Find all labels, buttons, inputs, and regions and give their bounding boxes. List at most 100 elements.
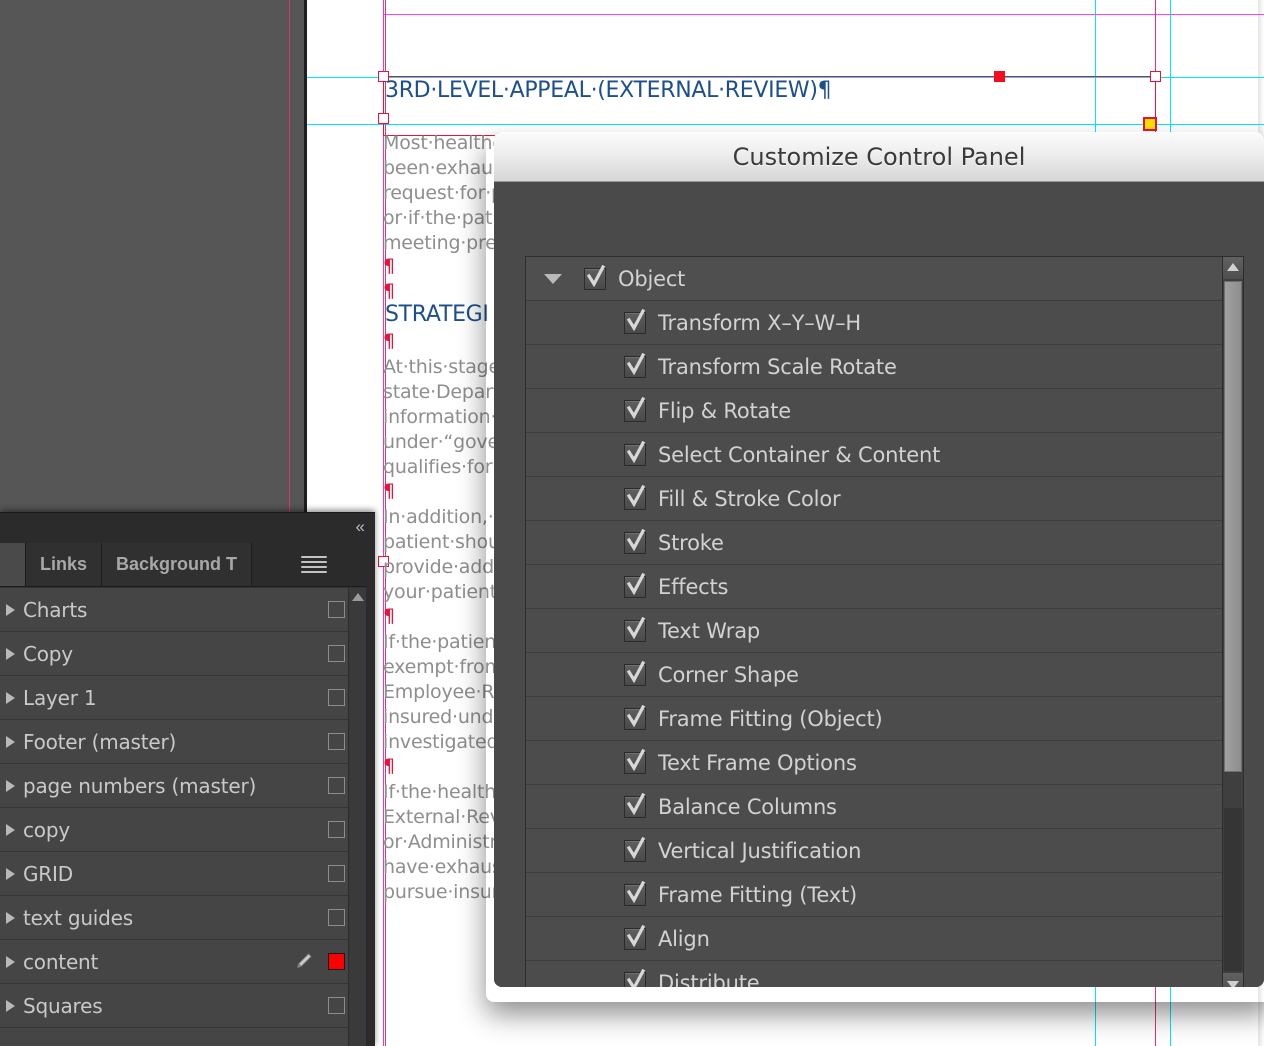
option-checkbox[interactable]	[624, 792, 646, 818]
option-label: Stroke	[658, 530, 724, 555]
option-row[interactable]: Frame Fitting (Object)	[526, 697, 1234, 741]
layer-selection-swatch[interactable]	[328, 909, 345, 926]
option-checkbox[interactable]	[624, 352, 646, 378]
corner-shape-handle[interactable]	[1143, 117, 1157, 131]
disclosure-triangle-icon[interactable]	[6, 999, 15, 1012]
option-checkbox[interactable]	[624, 924, 646, 950]
option-checkbox[interactable]	[624, 572, 646, 598]
option-checkbox[interactable]	[624, 484, 646, 510]
option-checkbox[interactable]	[624, 836, 646, 862]
layer-list[interactable]: Charts Copy Layer 1 Footer (master) page num…	[0, 588, 375, 1046]
layer-row-controls	[328, 689, 345, 706]
layer-row[interactable]: Copy	[0, 632, 375, 676]
option-row[interactable]: Balance Columns	[526, 785, 1234, 829]
option-row[interactable]: Vertical Justification	[526, 829, 1234, 873]
layer-row[interactable]: Squares	[0, 984, 375, 1028]
customize-control-panel-dialog[interactable]: Customize Control Panel Object Transform …	[494, 132, 1264, 987]
option-row[interactable]: Select Container & Content	[526, 433, 1234, 477]
disclosure-triangle-icon[interactable]	[6, 823, 15, 836]
disclosure-triangle-icon[interactable]	[6, 603, 15, 616]
checkmark-glyph	[626, 660, 646, 683]
layer-selection-swatch[interactable]	[328, 821, 345, 838]
layer-selection-swatch[interactable]	[328, 689, 345, 706]
option-label: Text Frame Options	[658, 750, 857, 775]
layer-row[interactable]: Charts	[0, 588, 375, 632]
control-panel-options-list[interactable]: Object Transform X–Y–W–H Transform Scale R…	[525, 256, 1235, 987]
option-checkbox[interactable]	[624, 748, 646, 774]
option-checkbox[interactable]	[584, 264, 606, 290]
panel-tab-bar[interactable]: Links Background T	[0, 543, 375, 587]
disclosure-triangle-icon[interactable]	[6, 955, 15, 968]
option-checkbox[interactable]	[624, 704, 646, 730]
layer-selection-swatch[interactable]	[328, 953, 345, 970]
option-checkbox[interactable]	[624, 880, 646, 906]
layer-selection-swatch[interactable]	[328, 733, 345, 750]
scrollbar-thumb[interactable]	[1224, 281, 1242, 772]
scroll-down-button[interactable]	[1223, 973, 1243, 987]
option-row[interactable]: Corner Shape	[526, 653, 1234, 697]
scroll-up-button[interactable]	[1223, 257, 1243, 279]
dialog-title-bar[interactable]: Customize Control Panel	[494, 132, 1264, 182]
layer-row[interactable]: copy	[0, 808, 375, 852]
option-row[interactable]: Flip & Rotate	[526, 389, 1234, 433]
scrollbar-track-lower[interactable]	[1224, 808, 1242, 971]
layer-selection-swatch[interactable]	[328, 865, 345, 882]
disclosure-triangle-icon[interactable]	[6, 735, 15, 748]
selection-handle-top-right[interactable]	[1150, 71, 1161, 82]
group-disclosure-triangle-icon[interactable]	[544, 274, 562, 284]
tab-active-clipped[interactable]	[0, 543, 26, 586]
option-checkbox[interactable]	[624, 440, 646, 466]
layer-name-label: Copy	[23, 641, 73, 666]
tab-background-tasks[interactable]: Background T	[102, 543, 253, 586]
scroll-up-arrow-icon[interactable]	[352, 593, 364, 601]
layer-row[interactable]: page numbers (master)	[0, 764, 375, 808]
option-row[interactable]: Distribute	[526, 961, 1234, 987]
panel-menu-button[interactable]	[252, 543, 375, 586]
option-checkbox[interactable]	[624, 308, 646, 334]
document-paragraph-2: At·this·stage state·Depart information· …	[383, 356, 501, 478]
disclosure-triangle-icon[interactable]	[6, 779, 15, 792]
option-checkbox[interactable]	[624, 660, 646, 686]
option-checkbox[interactable]	[624, 616, 646, 642]
hamburger-icon	[300, 553, 327, 576]
option-row[interactable]: Transform X–Y–W–H	[526, 301, 1234, 345]
option-group-row[interactable]: Object	[526, 257, 1234, 301]
tab-links[interactable]: Links	[26, 543, 103, 586]
disclosure-triangle-icon[interactable]	[6, 647, 15, 660]
option-row[interactable]: Text Frame Options	[526, 741, 1234, 785]
layers-scrollbar[interactable]	[348, 588, 366, 1046]
checkmark-glyph	[626, 616, 646, 639]
option-checkbox[interactable]	[624, 528, 646, 554]
option-label: Text Wrap	[658, 618, 761, 643]
layers-panel[interactable]: « Links Background T Charts Copy Layer 1 Fo…	[0, 512, 375, 1046]
option-row[interactable]: Frame Fitting (Text)	[526, 873, 1234, 917]
collapse-panel-icon[interactable]: «	[356, 517, 366, 537]
layer-name-label: Footer (master)	[23, 729, 177, 754]
layer-row[interactable]: text guides	[0, 896, 375, 940]
layer-row[interactable]: Layer 1	[0, 676, 375, 720]
option-row[interactable]: Fill & Stroke Color	[526, 477, 1234, 521]
checkmark-glyph	[626, 924, 646, 947]
layer-row-controls	[328, 645, 345, 662]
layer-selection-swatch[interactable]	[328, 777, 345, 794]
selection-handle-left-middle[interactable]	[378, 113, 389, 124]
layer-selection-swatch[interactable]	[328, 645, 345, 662]
disclosure-triangle-icon[interactable]	[6, 867, 15, 880]
layer-row[interactable]: GRID	[0, 852, 375, 896]
layer-selection-swatch[interactable]	[328, 997, 345, 1014]
disclosure-triangle-icon[interactable]	[6, 691, 15, 704]
layer-row[interactable]: content	[0, 940, 375, 984]
option-checkbox[interactable]	[624, 396, 646, 422]
option-row[interactable]: Text Wrap	[526, 609, 1234, 653]
disclosure-triangle-icon[interactable]	[6, 911, 15, 924]
option-row[interactable]: Transform Scale Rotate	[526, 345, 1234, 389]
option-row[interactable]: Stroke	[526, 521, 1234, 565]
dialog-scrollbar[interactable]	[1222, 256, 1244, 987]
layer-selection-swatch[interactable]	[328, 601, 345, 618]
layer-row[interactable]: Footer (master)	[0, 720, 375, 764]
option-row[interactable]: Align	[526, 917, 1234, 961]
selection-handle-top-center-active[interactable]	[994, 71, 1005, 82]
pilcrow-mark-4: ¶	[383, 480, 396, 502]
option-row[interactable]: Effects	[526, 565, 1234, 609]
option-checkbox[interactable]	[624, 968, 646, 987]
